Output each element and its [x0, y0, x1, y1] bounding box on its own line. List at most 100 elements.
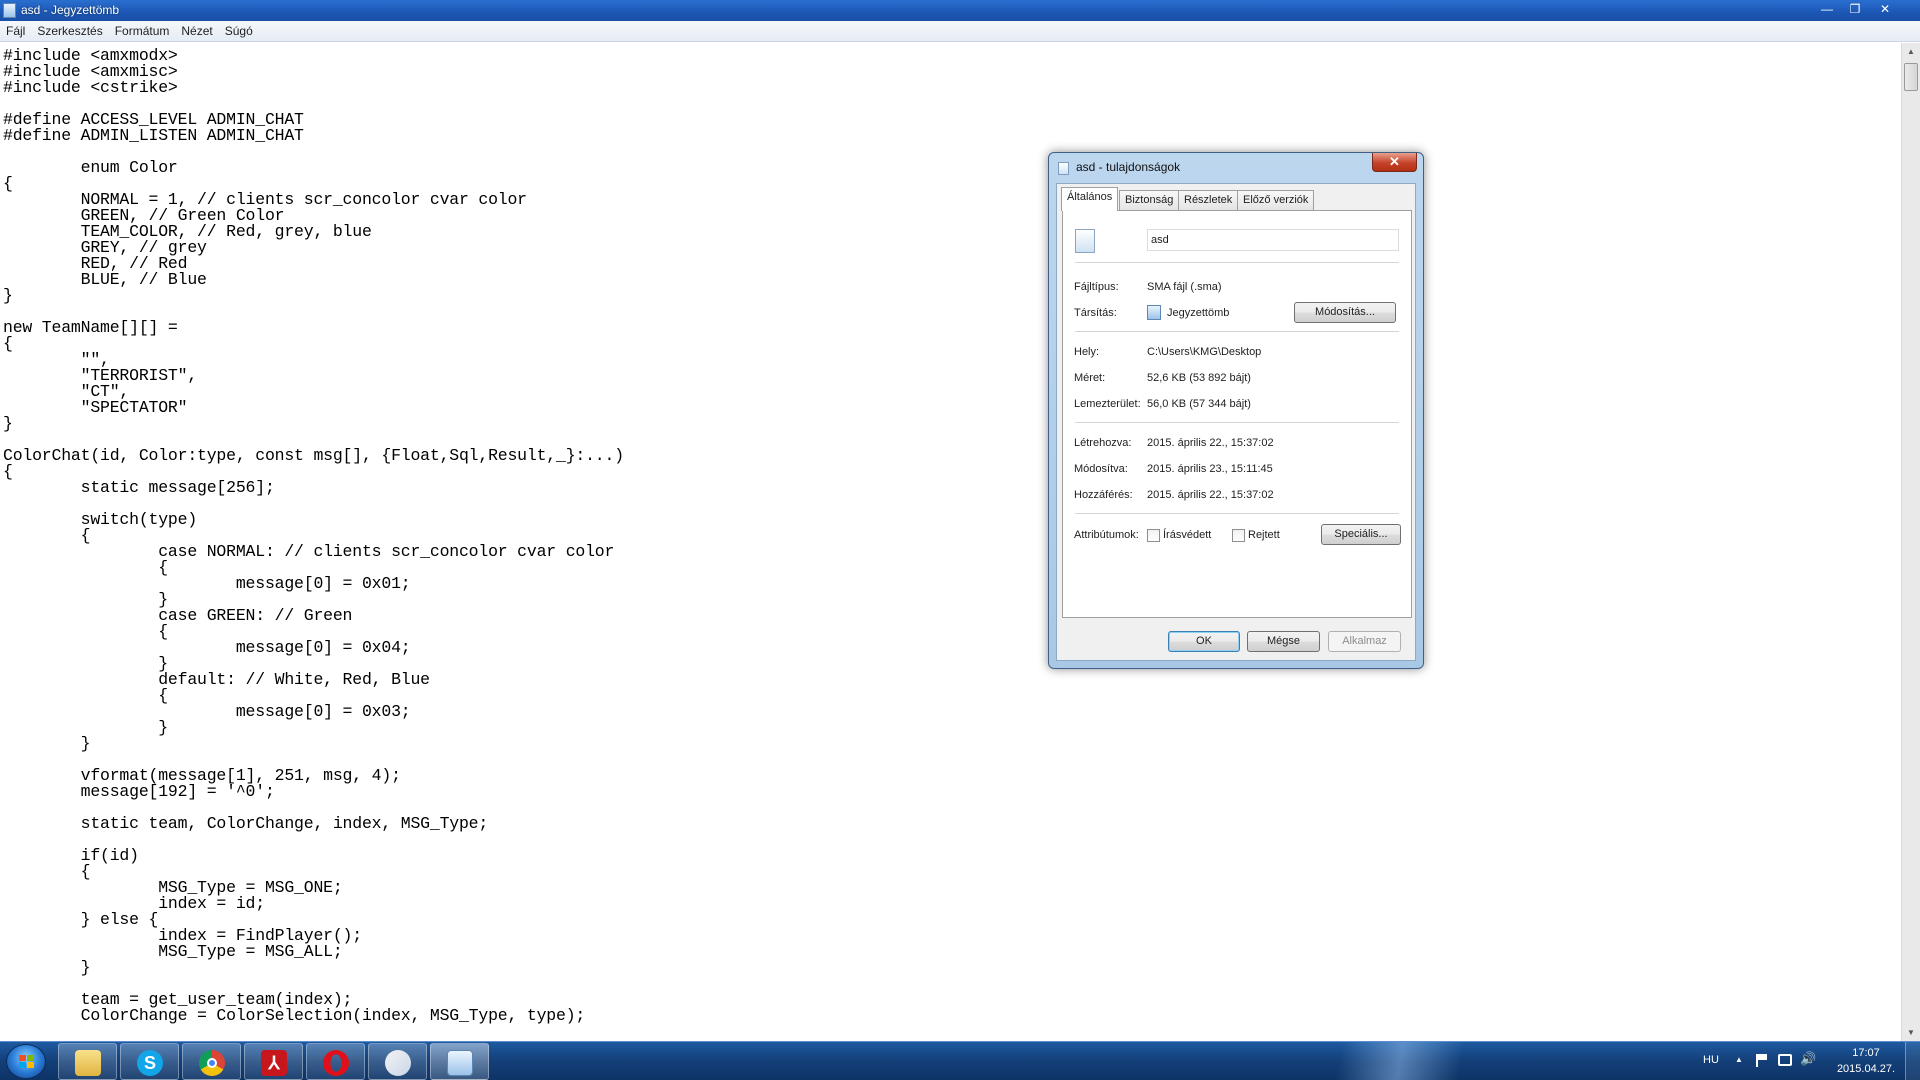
code-line: enum Color	[3, 158, 178, 177]
apply-button[interactable]: Alkalmaz	[1328, 631, 1401, 652]
cancel-button[interactable]: Mégse	[1247, 631, 1320, 652]
code-line: RED, // Red	[3, 254, 188, 273]
code-line: GREY, // grey	[3, 238, 207, 257]
properties-dialog: asd - tulajdonságok ✕ Általános Biztonsá…	[1048, 152, 1424, 669]
code-line: }	[3, 718, 168, 737]
modified-label: Módosítva:	[1074, 463, 1128, 475]
separator	[1075, 262, 1399, 263]
size-on-disk-label: Lemezterület:	[1074, 398, 1141, 410]
show-hidden-icons-arrow-icon[interactable]: ▲	[1735, 1055, 1743, 1064]
tab-security[interactable]: Biztonság	[1119, 190, 1180, 210]
code-line: message[0] = 0x01;	[3, 574, 411, 593]
language-indicator[interactable]: HU	[1703, 1054, 1719, 1066]
tab-previous-versions[interactable]: Előző verziók	[1237, 190, 1315, 210]
opens-with-label: Társítás:	[1074, 307, 1117, 319]
attributes-label: Attribútumok:	[1074, 529, 1139, 541]
dialog-file-icon	[1058, 162, 1069, 175]
modified-value: 2015. április 23., 15:11:45	[1147, 463, 1273, 475]
hidden-checkbox[interactable]	[1232, 529, 1245, 542]
skype-icon: S	[137, 1050, 163, 1076]
maximize-button[interactable]: ❐	[1842, 0, 1868, 19]
notepad-app-icon	[3, 3, 16, 18]
separator	[1075, 331, 1399, 332]
clock-date[interactable]: 2015.04.27.	[1834, 1063, 1898, 1075]
file-type-icon	[1075, 229, 1095, 253]
readonly-checkbox[interactable]	[1147, 529, 1160, 542]
filename-field[interactable]: asd	[1147, 229, 1399, 251]
code-line: new TeamName[][] =	[3, 318, 178, 337]
file-type-label: Fájltípus:	[1074, 281, 1119, 293]
code-line: {	[3, 462, 13, 481]
separator	[1075, 422, 1399, 423]
taskbar-skype[interactable]: S	[120, 1043, 179, 1080]
code-line: ColorChat(id, Color:type, const msg[], {…	[3, 446, 624, 465]
code-line: BLUE, // Blue	[3, 270, 207, 289]
menu-view[interactable]: Nézet	[175, 21, 218, 42]
volume-icon[interactable]: 🔊	[1800, 1051, 1816, 1067]
code-line: message[0] = 0x03;	[3, 702, 411, 721]
paint-icon	[385, 1050, 411, 1076]
menu-help[interactable]: Súgó	[219, 21, 259, 42]
separator	[1075, 513, 1399, 514]
code-line: MSG_Type = MSG_ONE;	[3, 878, 343, 897]
code-line: static team, ColorChange, index, MSG_Typ…	[3, 814, 489, 833]
show-desktop-button[interactable]	[1905, 1042, 1920, 1080]
advanced-button[interactable]: Speciális...	[1321, 524, 1401, 545]
menu-edit[interactable]: Szerkesztés	[31, 21, 108, 42]
dialog-close-button[interactable]: ✕	[1372, 153, 1417, 172]
general-tab-panel: asd Fájltípus: SMA fájl (.sma) Társítás:…	[1062, 210, 1412, 618]
code-line: index = id;	[3, 894, 265, 913]
notepad-icon	[1147, 305, 1161, 320]
menu-format[interactable]: Formátum	[109, 21, 176, 42]
scroll-up-arrow-icon[interactable]: ▲	[1902, 43, 1920, 60]
tab-general[interactable]: Általános	[1061, 187, 1119, 211]
taskbar-acrobat[interactable]: ⅄	[244, 1043, 303, 1080]
clock-time[interactable]: 17:07	[1840, 1047, 1892, 1059]
change-button[interactable]: Módosítás...	[1294, 302, 1396, 323]
tab-details[interactable]: Részletek	[1178, 190, 1239, 210]
scroll-down-arrow-icon[interactable]: ▼	[1902, 1024, 1920, 1041]
code-line: #include <amxmodx>	[3, 46, 178, 65]
code-line: }	[3, 734, 91, 753]
network-icon[interactable]	[1778, 1054, 1792, 1066]
start-button[interactable]	[6, 1044, 46, 1079]
close-button[interactable]: ✕	[1872, 0, 1898, 19]
minimize-button[interactable]: —	[1814, 0, 1840, 19]
window-title: asd - Jegyzettömb	[21, 3, 120, 17]
location-value: C:\Users\KMG\Desktop	[1147, 346, 1262, 358]
opera-icon	[323, 1050, 349, 1076]
menu-file[interactable]: Fájl	[0, 21, 31, 42]
code-line: if(id)	[3, 846, 139, 865]
code-line: switch(type)	[3, 510, 198, 529]
file-type-value: SMA fájl (.sma)	[1147, 281, 1222, 293]
acrobat-icon: ⅄	[261, 1050, 287, 1076]
code-line: {	[3, 334, 13, 353]
opens-with-value: Jegyzettömb	[1167, 307, 1230, 319]
taskbar-paint[interactable]	[368, 1043, 427, 1080]
taskbar-glare	[1250, 1042, 1550, 1080]
window-titlebar[interactable]: asd - Jegyzettömb — ❐ ✕	[0, 0, 1920, 21]
code-line: case NORMAL: // clients scr_concolor cva…	[3, 542, 615, 561]
taskbar-chrome[interactable]	[182, 1043, 241, 1080]
taskbar-notepad[interactable]	[430, 1043, 489, 1080]
taskbar-opera[interactable]	[306, 1043, 365, 1080]
accessed-label: Hozzáférés:	[1074, 489, 1133, 501]
dialog-body: Általános Biztonság Részletek Előző verz…	[1056, 183, 1416, 661]
code-line: NORMAL = 1, // clients scr_concolor cvar…	[3, 190, 527, 209]
ok-button[interactable]: OK	[1168, 631, 1240, 652]
vertical-scrollbar[interactable]: ▲ ▼	[1901, 43, 1920, 1041]
action-center-flag-icon[interactable]	[1756, 1054, 1768, 1067]
text-editor[interactable]: #include <amxmodx> #include <amxmisc> #inc…	[0, 43, 1901, 1041]
code-line: }	[3, 414, 13, 433]
code-line: }	[3, 286, 13, 305]
scrollbar-thumb[interactable]	[1904, 63, 1918, 91]
taskbar-explorer[interactable]	[58, 1043, 117, 1080]
code-line: "SPECTATOR"	[3, 398, 188, 417]
code-line: default: // White, Red, Blue	[3, 670, 430, 689]
code-line: case GREEN: // Green	[3, 606, 353, 625]
size-value: 52,6 KB (53 892 bájt)	[1147, 372, 1251, 384]
code-line: message[0] = 0x04;	[3, 638, 411, 657]
notepad-icon	[447, 1050, 473, 1076]
